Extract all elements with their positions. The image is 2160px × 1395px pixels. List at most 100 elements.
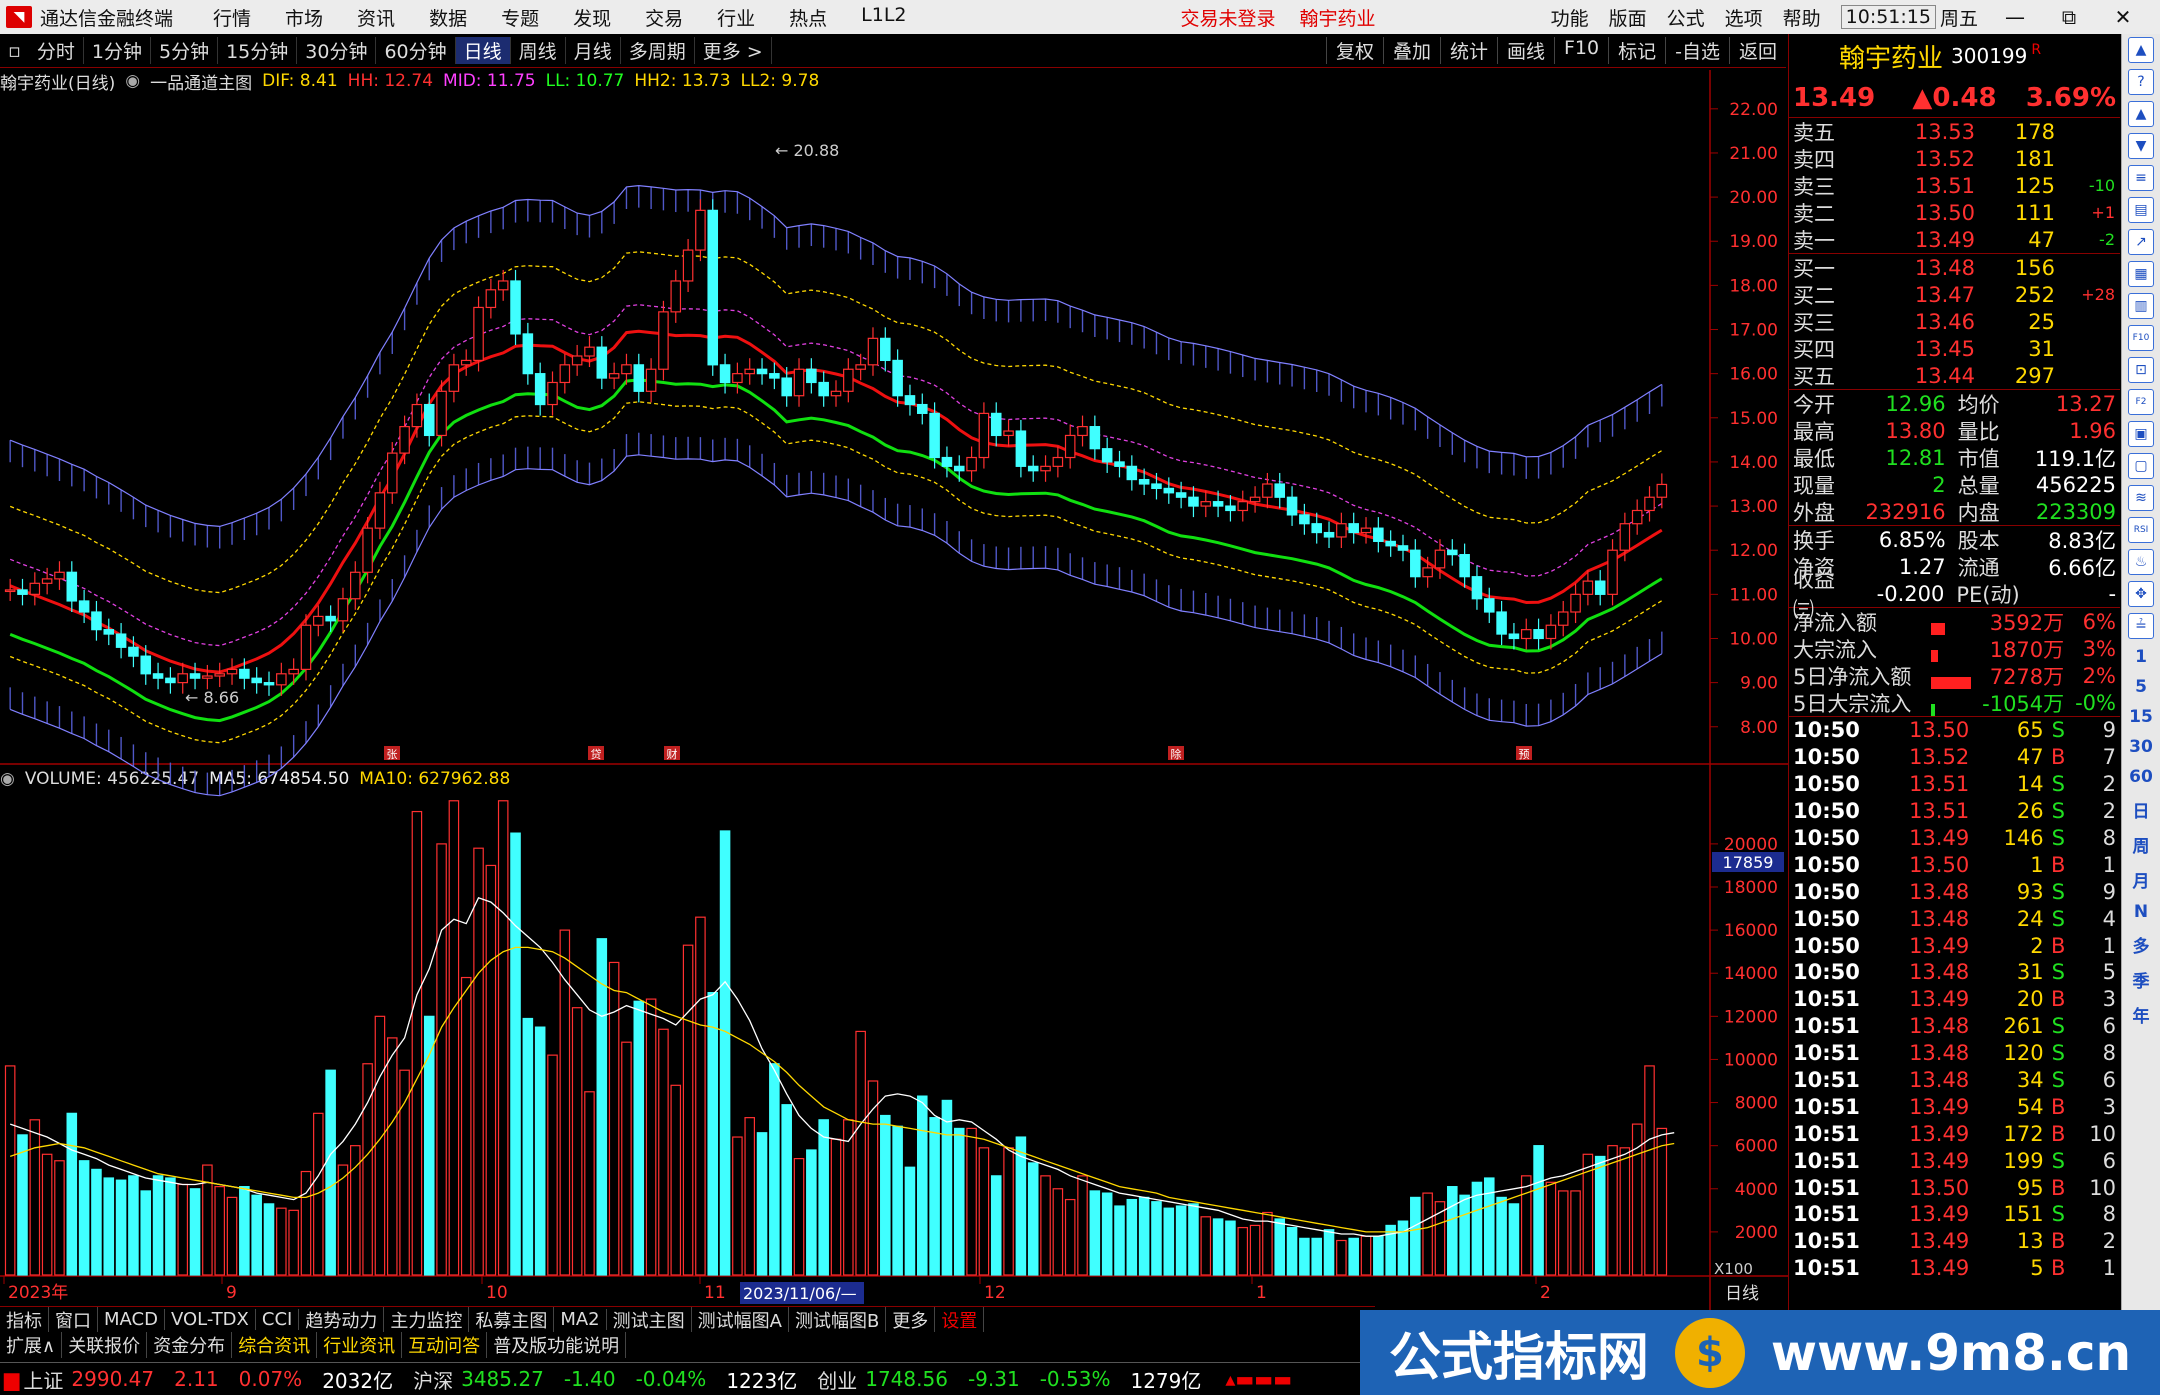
close-button[interactable]: ✕ [2106,0,2140,34]
tab-extend[interactable]: 扩展∧ [0,1332,63,1358]
tool-button[interactable]: -自选 [1665,37,1729,64]
menu-item[interactable]: 资讯 [357,4,395,31]
side-period-月[interactable]: 月 [2133,867,2150,892]
ask-row[interactable]: 卖一 13.49 47 -2 [1789,226,2120,253]
side-tool-icon[interactable]: ▼ [2128,133,2154,159]
menu-item[interactable]: 发现 [573,4,611,31]
minimize-button[interactable]: — [1998,0,2032,34]
side-period-周[interactable]: 周 [2133,832,2150,857]
toolbar-icon[interactable]: ▫ [0,40,29,62]
period-tab[interactable]: 15分钟 [218,37,298,64]
side-tool-icon[interactable]: ⊡ [2128,357,2154,383]
index-hs-name[interactable]: 沪深 [413,1365,453,1394]
tool-button[interactable]: 统计 [1439,37,1497,64]
side-period-5[interactable]: 5 [2135,677,2147,697]
tab-main-monitor[interactable]: 主力监控 [384,1307,470,1332]
side-period-30[interactable]: 30 [2129,737,2153,757]
side-tool-icon[interactable]: ≋ [2128,485,2154,511]
tool-button[interactable]: 叠加 [1382,37,1440,64]
side-tool-icon[interactable]: ↗ [2128,229,2154,255]
menu-formula[interactable]: 公式 [1667,4,1705,31]
ask-row[interactable]: 卖二 13.50 111 +1 [1789,199,2120,226]
tab-help[interactable]: 普及版功能说明 [487,1332,627,1358]
period-tab[interactable]: 周线 [511,37,566,64]
tab-settings[interactable]: 设置 [935,1307,985,1332]
side-period-年[interactable]: 年 [2133,1002,2150,1027]
menu-item[interactable]: L1L2 [861,4,906,31]
menu-item[interactable]: 行情 [213,4,251,31]
menu-help[interactable]: 帮助 [1783,4,1821,31]
bid-row[interactable]: 买一 13.48 156 [1789,254,2120,281]
side-tool-icon[interactable]: ▥ [2128,293,2154,319]
ask-row[interactable]: 卖四 13.52 181 [1789,145,2120,172]
tab-macd[interactable]: MACD [98,1309,165,1330]
tab-news[interactable]: 综合资讯 [232,1332,318,1358]
tab-private-main[interactable]: 私募主图 [469,1307,555,1332]
menu-item[interactable]: 行业 [717,4,755,31]
side-tool-icon[interactable]: ≟ [2128,613,2154,639]
menu-item[interactable]: 热点 [789,4,827,31]
side-tool-icon[interactable]: ≡ [2128,165,2154,191]
side-tool-icon[interactable]: ▣ [2128,421,2154,447]
period-tab[interactable]: 多周期 [621,37,695,64]
period-tab[interactable]: 1分钟 [84,37,151,64]
side-period-日[interactable]: 日 [2133,797,2150,822]
kline-chart[interactable]: ← 20.88← 8.66张贷财除预 22.0021.0020.0019.001… [0,70,1788,1310]
period-tab[interactable]: 5分钟 [151,37,219,64]
tab-test-main[interactable]: 测试主图 [607,1307,692,1332]
tool-button[interactable]: 画线 [1496,37,1554,64]
side-tool-icon[interactable]: F2 [2128,389,2154,415]
period-tab[interactable]: 月线 [566,37,621,64]
side-tool-icon[interactable]: ▲ [2128,37,2154,63]
tab-test-a[interactable]: 测试幅图A [692,1307,789,1332]
tool-button[interactable]: F10 [1554,37,1608,64]
bid-row[interactable]: 买二 13.47 252 +28 [1789,281,2120,308]
tab-test-b[interactable]: 测试幅图B [789,1307,887,1332]
period-tab[interactable]: 分时 [29,37,84,64]
period-tab[interactable]: 30分钟 [297,37,377,64]
tab-industry-news[interactable]: 行业资讯 [317,1332,403,1358]
bid-row[interactable]: 买三 13.46 25 [1789,308,2120,335]
tool-button[interactable]: 返回 [1728,37,1786,64]
side-period-1[interactable]: 1 [2135,647,2147,667]
period-tab[interactable]: 60分钟 [376,37,456,64]
index-sh-name[interactable]: 上证 [23,1365,63,1394]
side-tool-icon[interactable]: ▤ [2128,197,2154,223]
side-tool-icon[interactable]: ? [2128,69,2154,95]
tab-vol-tdx[interactable]: VOL-TDX [165,1309,256,1330]
menu-item[interactable]: 市场 [285,4,323,31]
menu-layout[interactable]: 版面 [1609,4,1647,31]
side-tool-icon[interactable]: ♨ [2128,549,2154,575]
menu-function[interactable]: 功能 [1551,4,1589,31]
period-tab-more[interactable]: 更多 > [695,37,772,64]
side-tool-icon[interactable]: ▢ [2128,453,2154,479]
menu-item[interactable]: 数据 [429,4,467,31]
menu-options[interactable]: 选项 [1725,4,1763,31]
side-tool-icon[interactable]: ▦ [2128,261,2154,287]
bid-row[interactable]: 买五 13.44 297 [1789,362,2120,389]
side-period-N[interactable]: N [2134,902,2148,922]
menu-item[interactable]: 交易 [645,4,683,31]
ask-row[interactable]: 卖五 13.53 178 [1789,118,2120,145]
menu-item[interactable]: 专题 [501,4,539,31]
side-period-多[interactable]: 多 [2133,932,2150,957]
tab-cci[interactable]: CCI [256,1309,300,1330]
tool-button[interactable]: 标记 [1608,37,1665,64]
side-period-季[interactable]: 季 [2133,967,2150,992]
period-tab-active[interactable]: 日线 [455,37,511,64]
tab-trend[interactable]: 趋势动力 [299,1307,385,1332]
tab-indicator[interactable]: 指标 [0,1307,49,1332]
bid-row[interactable]: 买四 13.45 31 [1789,335,2120,362]
ask-row[interactable]: 卖三 13.51 125 -10 [1789,172,2120,199]
index-cy-name[interactable]: 创业 [817,1365,857,1394]
tab-fund-dist[interactable]: 资金分布 [147,1332,233,1358]
tab-ma2[interactable]: MA2 [554,1309,607,1330]
side-tool-icon[interactable]: RSI [2128,517,2154,543]
tool-button[interactable]: 复权 [1325,37,1383,64]
tab-qa[interactable]: 互动问答 [402,1332,488,1358]
tick-list[interactable]: 10:50 13.50 65 S 9 10:50 13.52 47 B 7 10:50 13.51 14… [1789,717,2120,1282]
tab-window[interactable]: 窗口 [49,1307,98,1332]
side-tool-icon[interactable]: ✥ [2128,581,2154,607]
side-tool-icon[interactable]: F10 [2128,325,2154,351]
side-period-15[interactable]: 15 [2129,707,2153,727]
